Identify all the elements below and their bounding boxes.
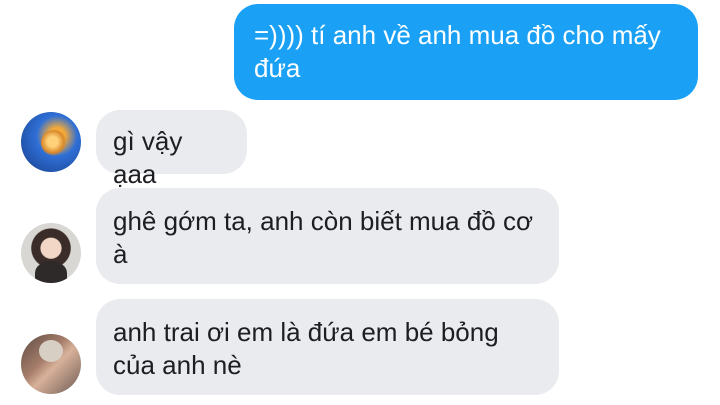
contact-avatar-icon[interactable]: [21, 112, 81, 172]
contact-avatar-icon[interactable]: [21, 223, 81, 283]
outgoing-message-bubble[interactable]: =)))) tí anh về anh mua đồ cho mấy đứa: [234, 4, 698, 100]
incoming-message-bubble[interactable]: ghê gớm ta, anh còn biết mua đồ cơ à: [96, 188, 559, 284]
chat-thread: =)))) tí anh về anh mua đồ cho mấy đứa g…: [0, 0, 720, 405]
incoming-message-bubble[interactable]: gì vậy ạaa: [96, 110, 247, 189]
incoming-message-bubble[interactable]: anh trai ơi em là đứa em bé bỏng của anh…: [96, 299, 559, 395]
contact-avatar-icon[interactable]: [21, 334, 81, 394]
